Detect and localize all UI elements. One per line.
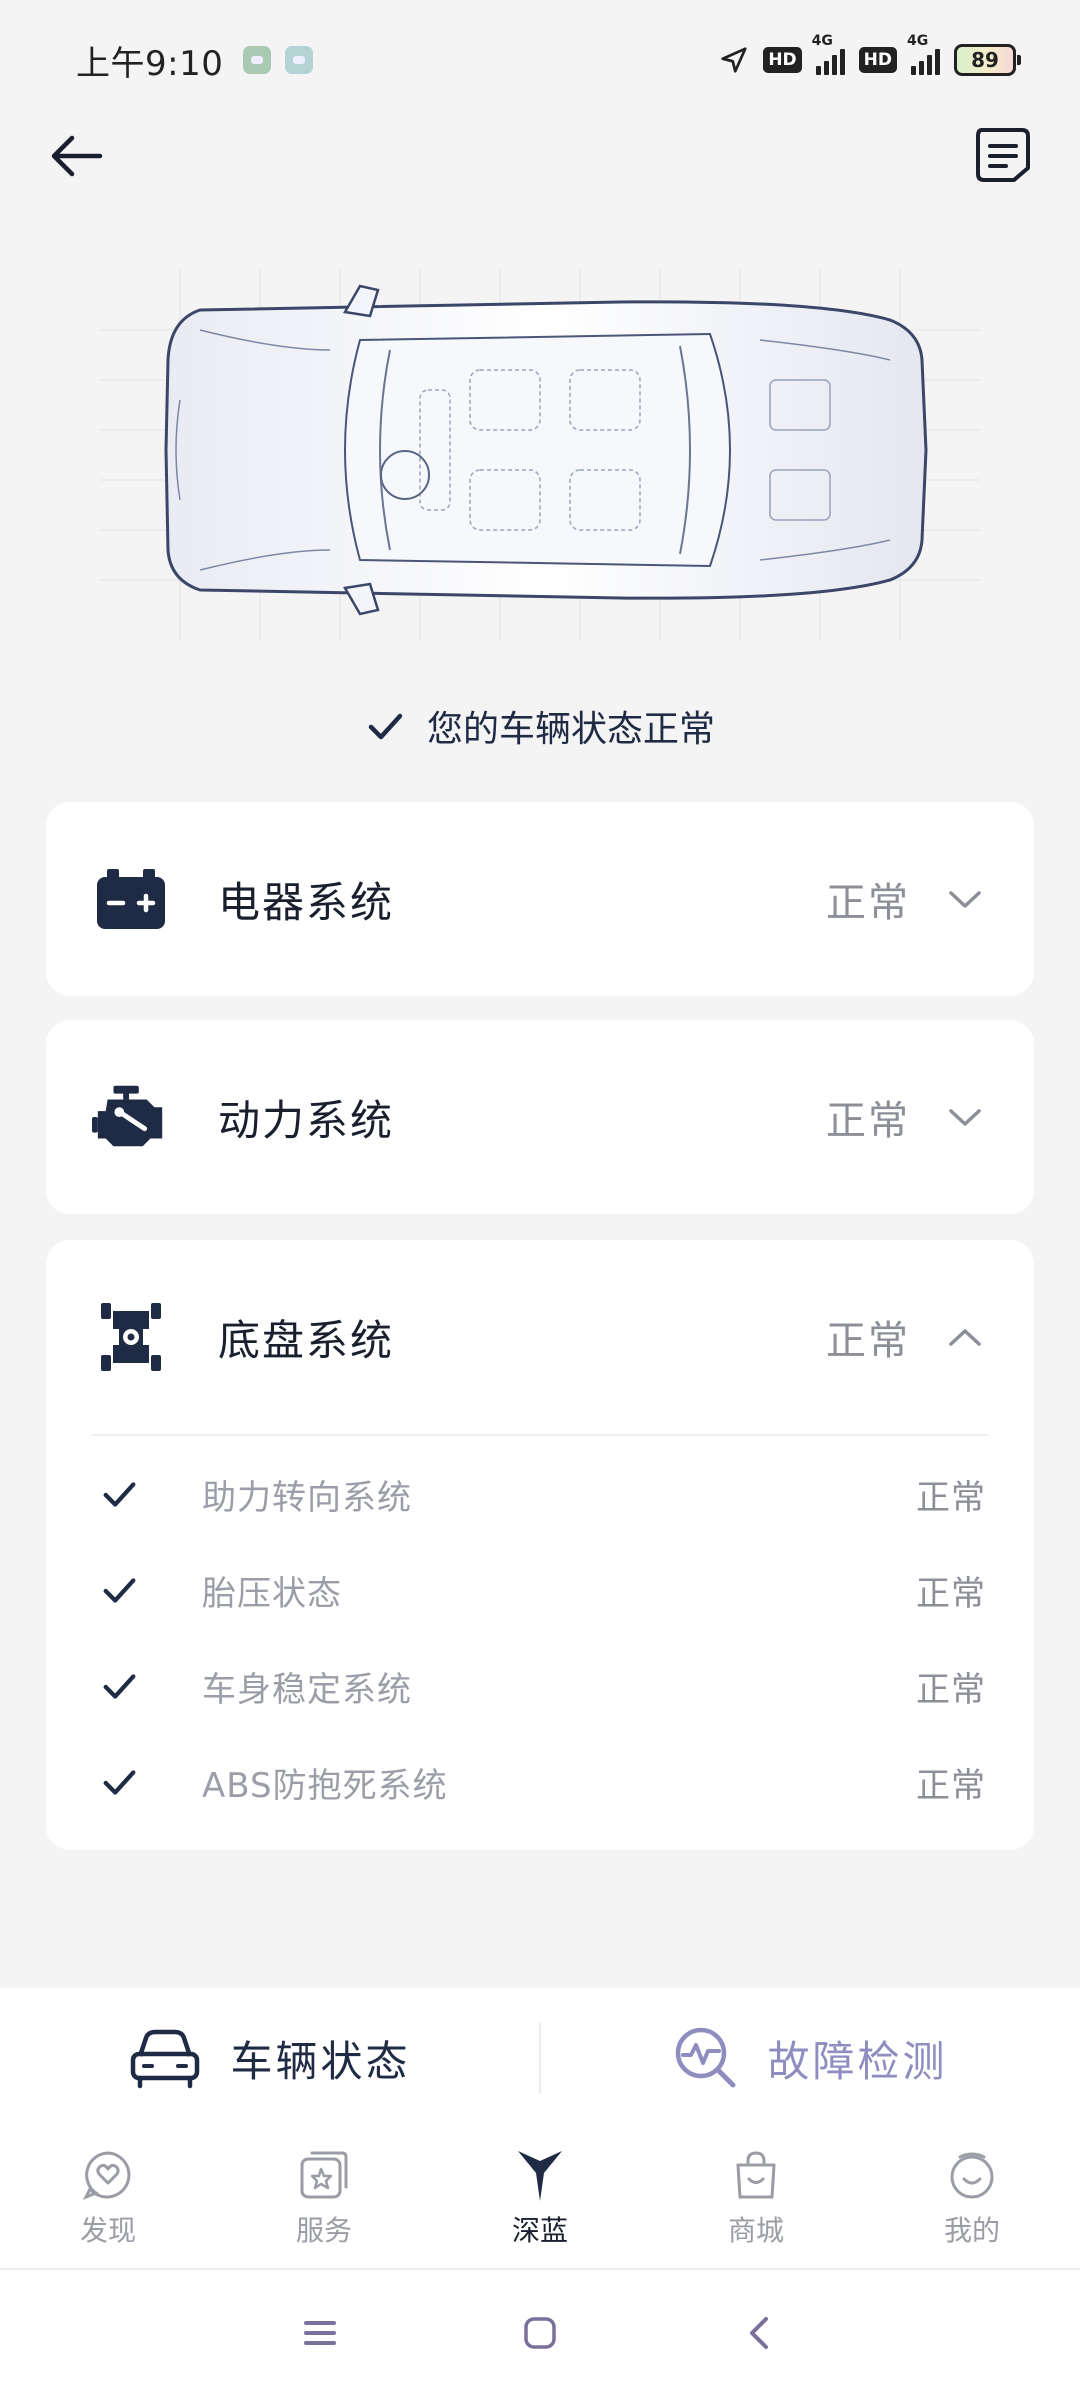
subsystem-status: 正常 bbox=[916, 1573, 986, 1614]
signal-icon: 4G bbox=[812, 33, 845, 75]
check-icon bbox=[368, 713, 403, 740]
tab-service[interactable]: 服务 bbox=[216, 2128, 432, 2268]
tab-shop[interactable]: 商城 bbox=[648, 2128, 864, 2268]
hd-badge: HD bbox=[763, 47, 802, 73]
tab-label: 我的 bbox=[943, 2214, 1000, 2247]
heart-chat-icon bbox=[80, 2147, 136, 2203]
chassis-subsystem-list: 助力转向系统 正常 胎压状态 正常 车身稳定系统 正常 ABS防抱死系统 正常 bbox=[46, 1436, 1034, 1850]
subsystem-status: 正常 bbox=[916, 1477, 986, 1518]
system-card-header[interactable]: 电器系统 正常 bbox=[46, 802, 1034, 996]
signal-icon-2: 4G bbox=[907, 33, 940, 75]
system-card-electrical[interactable]: 电器系统 正常 bbox=[46, 802, 1034, 996]
shopping-bag-icon bbox=[728, 2147, 784, 2203]
message-notification-icon bbox=[243, 46, 272, 74]
subsystem-status: 正常 bbox=[916, 1765, 986, 1806]
chevron-up-icon[interactable] bbox=[940, 1312, 990, 1362]
system-card-header[interactable]: 动力系统 正常 bbox=[46, 1020, 1034, 1214]
list-item: 车身稳定系统 正常 bbox=[46, 1638, 1034, 1734]
check-icon bbox=[94, 1571, 144, 1609]
service-icon bbox=[296, 2147, 352, 2203]
subsystem-label: 助力转向系统 bbox=[202, 1477, 412, 1518]
action-bar: 车辆状态 故障检测 bbox=[0, 1988, 1080, 2128]
system-title: 电器系统 bbox=[218, 877, 395, 927]
tab-label: 深蓝 bbox=[511, 2214, 568, 2247]
check-icon bbox=[94, 1763, 144, 1801]
hd-badge-2: HD bbox=[858, 47, 897, 73]
tab-profile[interactable]: 我的 bbox=[864, 2128, 1080, 2268]
network-type-2: 4G bbox=[907, 33, 929, 49]
system-status: 正常 bbox=[826, 880, 910, 926]
back-button[interactable] bbox=[40, 120, 112, 192]
system-card-header[interactable]: 底盘系统 正常 bbox=[46, 1240, 1034, 1434]
arrow-left-icon bbox=[51, 135, 103, 177]
diagnostic-search-icon bbox=[676, 2027, 736, 2088]
system-card-powertrain[interactable]: 动力系统 正常 bbox=[46, 1020, 1034, 1214]
profile-icon bbox=[944, 2147, 1000, 2203]
battery-icon bbox=[92, 860, 170, 938]
subsystem-label: 车身稳定系统 bbox=[202, 1669, 412, 1710]
vehicle-status-summary: 您的车辆状态正常 bbox=[0, 700, 1080, 752]
chevron-left-icon bbox=[750, 2317, 768, 2349]
home-nav-button[interactable] bbox=[520, 2313, 560, 2357]
tab-label: 发现 bbox=[79, 2214, 136, 2247]
system-status: 正常 bbox=[826, 1098, 910, 1144]
car-illustration bbox=[60, 250, 1020, 650]
chassis-icon bbox=[92, 1298, 170, 1376]
system-card-chassis[interactable]: 底盘系统 正常 助力转向系统 正常 胎压状态 正常 车身稳定系统 正常 ABS防… bbox=[46, 1240, 1034, 1850]
location-icon bbox=[721, 47, 747, 73]
check-icon bbox=[94, 1475, 144, 1513]
system-status: 正常 bbox=[826, 1318, 910, 1364]
tab-label: 商城 bbox=[727, 2214, 784, 2247]
list-item: 胎压状态 正常 bbox=[46, 1542, 1034, 1638]
chevron-down-icon[interactable] bbox=[940, 874, 990, 924]
notification-icons bbox=[243, 46, 314, 74]
report-button[interactable] bbox=[972, 124, 1034, 186]
battery-level: 89 bbox=[971, 48, 999, 72]
back-nav-button[interactable] bbox=[740, 2313, 780, 2357]
vehicle-status-label: 车辆状态 bbox=[230, 2036, 411, 2086]
menu-nav-button[interactable] bbox=[300, 2313, 340, 2357]
app-notification-icon bbox=[285, 46, 314, 74]
menu-icon bbox=[304, 2321, 336, 2345]
document-icon bbox=[976, 128, 1030, 182]
tab-label: 服务 bbox=[295, 2214, 352, 2247]
system-title: 底盘系统 bbox=[218, 1315, 395, 1365]
check-icon bbox=[94, 1667, 144, 1705]
tab-home[interactable]: 深蓝 bbox=[432, 2128, 648, 2268]
status-time: 上午9:10 bbox=[76, 43, 224, 84]
subsystem-status: 正常 bbox=[916, 1669, 986, 1710]
system-title: 动力系统 bbox=[218, 1095, 395, 1145]
status-bar: 上午9:10 HD 4G HD 4G 89 bbox=[0, 0, 1080, 120]
fault-detection-label: 故障检测 bbox=[767, 2036, 948, 2086]
bottom-tab-bar: 发现 服务 深蓝 商城 我的 bbox=[0, 2128, 1080, 2270]
vehicle-status-button[interactable]: 车辆状态 bbox=[0, 2026, 539, 2090]
fault-detection-button[interactable]: 故障检测 bbox=[541, 2025, 1080, 2091]
car-icon bbox=[131, 2029, 200, 2089]
subsystem-label: ABS防抱死系统 bbox=[202, 1765, 448, 1806]
list-item: 助力转向系统 正常 bbox=[46, 1446, 1034, 1542]
engine-icon bbox=[92, 1078, 170, 1156]
brand-logo-icon bbox=[512, 2147, 568, 2203]
list-item: ABS防抱死系统 正常 bbox=[46, 1734, 1034, 1830]
status-indicators: HD 4G HD 4G 89 bbox=[719, 33, 1021, 76]
battery-icon: 89 bbox=[954, 44, 1021, 76]
home-square-icon bbox=[524, 2317, 556, 2349]
subsystem-label: 胎压状态 bbox=[202, 1573, 342, 1614]
network-type: 4G bbox=[811, 33, 833, 49]
chevron-down-icon[interactable] bbox=[940, 1092, 990, 1142]
vehicle-status-text: 您的车辆状态正常 bbox=[426, 709, 715, 750]
tab-discover[interactable]: 发现 bbox=[0, 2128, 216, 2268]
system-navigation-bar bbox=[0, 2270, 1080, 2400]
